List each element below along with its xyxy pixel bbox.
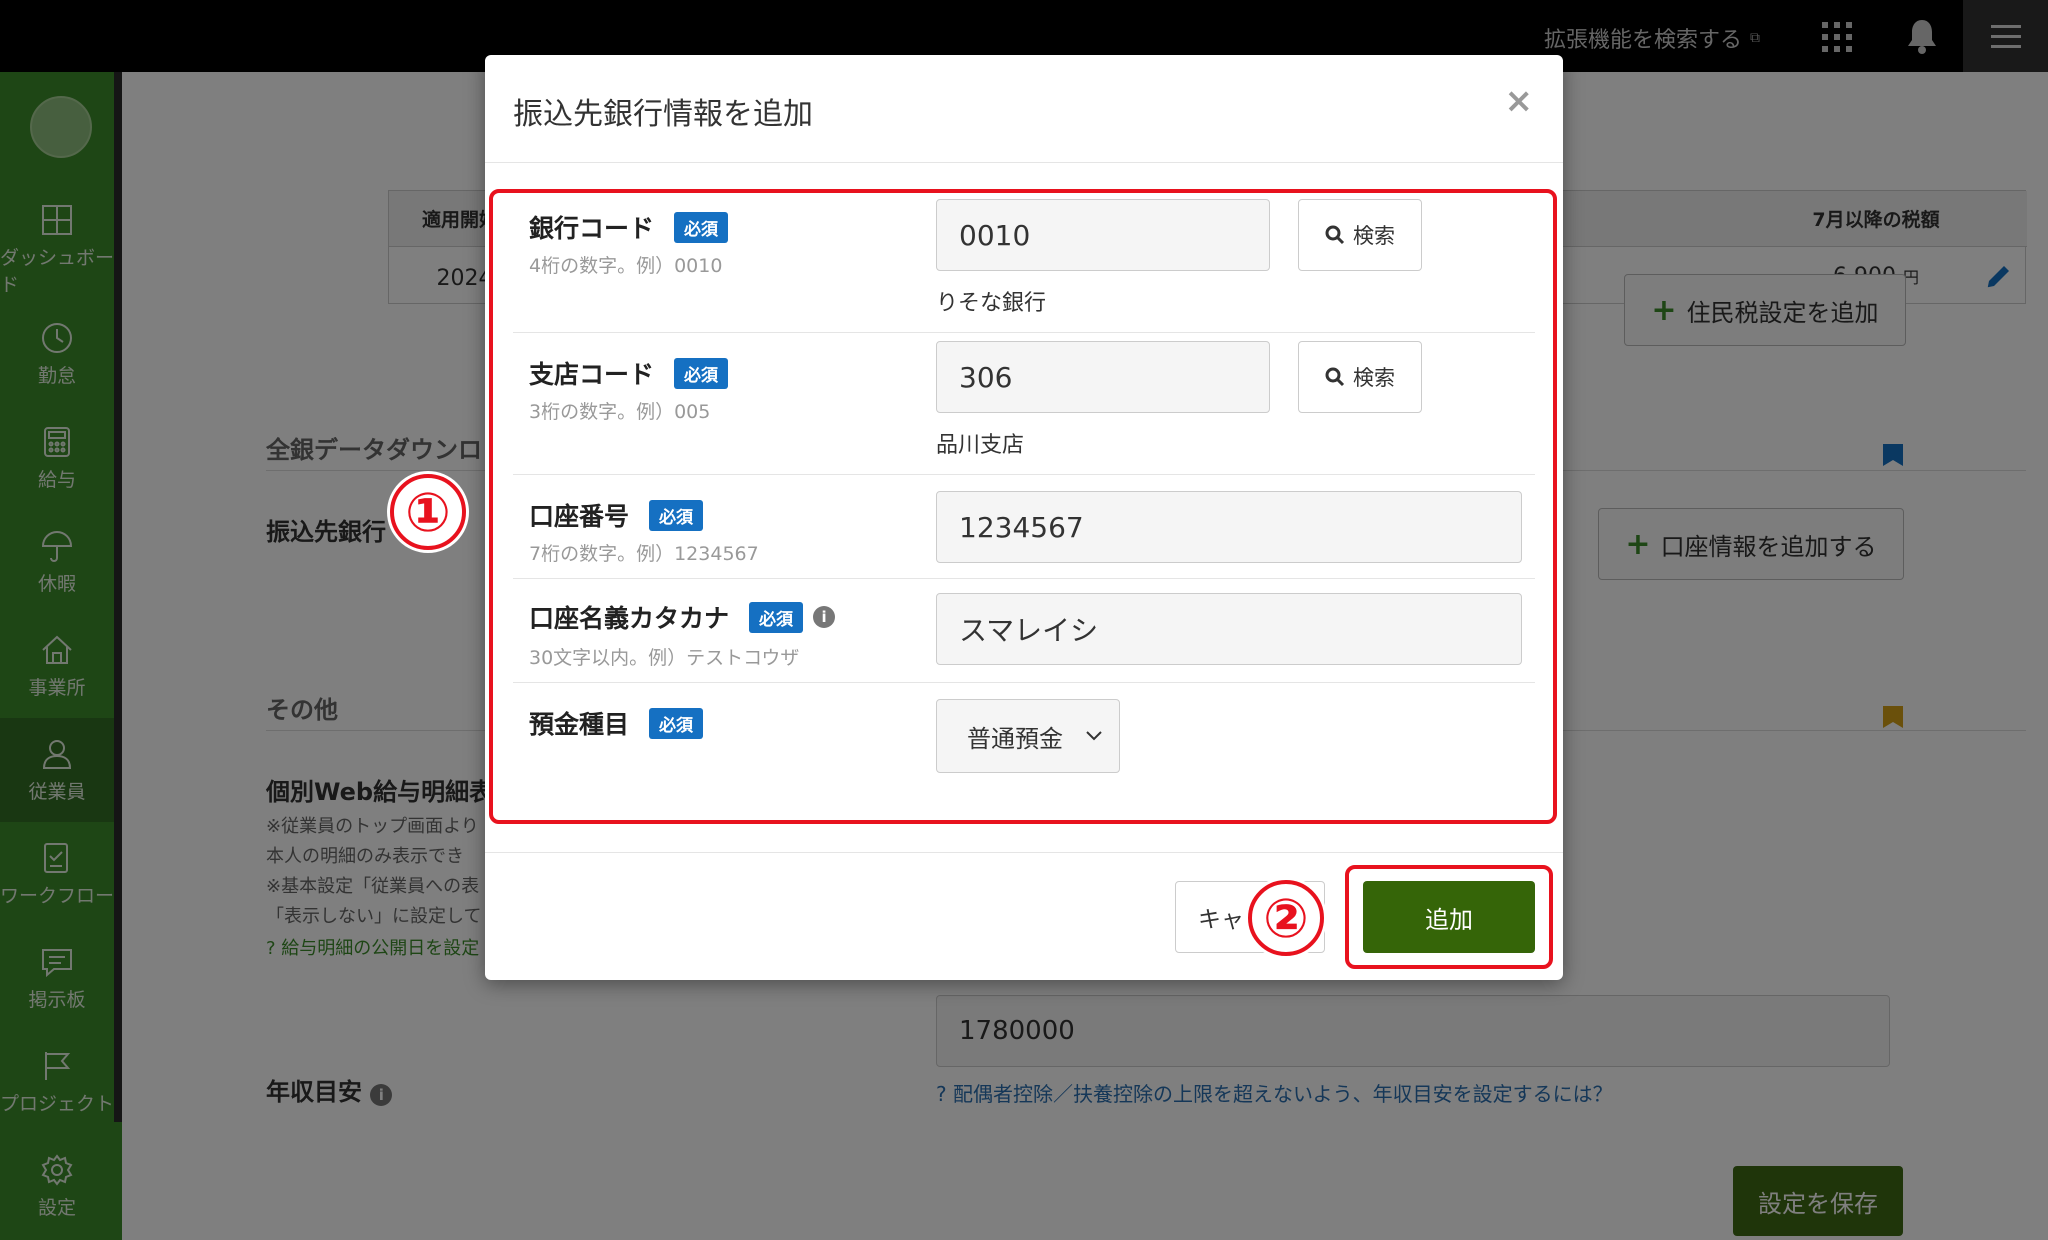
modal-header: 振込先銀行情報を追加 × xyxy=(485,55,1563,163)
add-button-highlight-box xyxy=(1345,865,1553,969)
modal-title: 振込先銀行情報を追加 xyxy=(513,97,813,132)
close-icon[interactable]: × xyxy=(1505,81,1534,121)
add-bank-info-modal: 振込先銀行情報を追加 × 銀行コード 必須 4桁の数字。例）0010 0010 … xyxy=(485,55,1563,980)
step-marker-2: ② xyxy=(1248,880,1324,956)
modal-footer-divider xyxy=(485,852,1563,853)
step-marker-1: ① xyxy=(390,474,466,550)
form-highlight-box xyxy=(489,189,1557,824)
